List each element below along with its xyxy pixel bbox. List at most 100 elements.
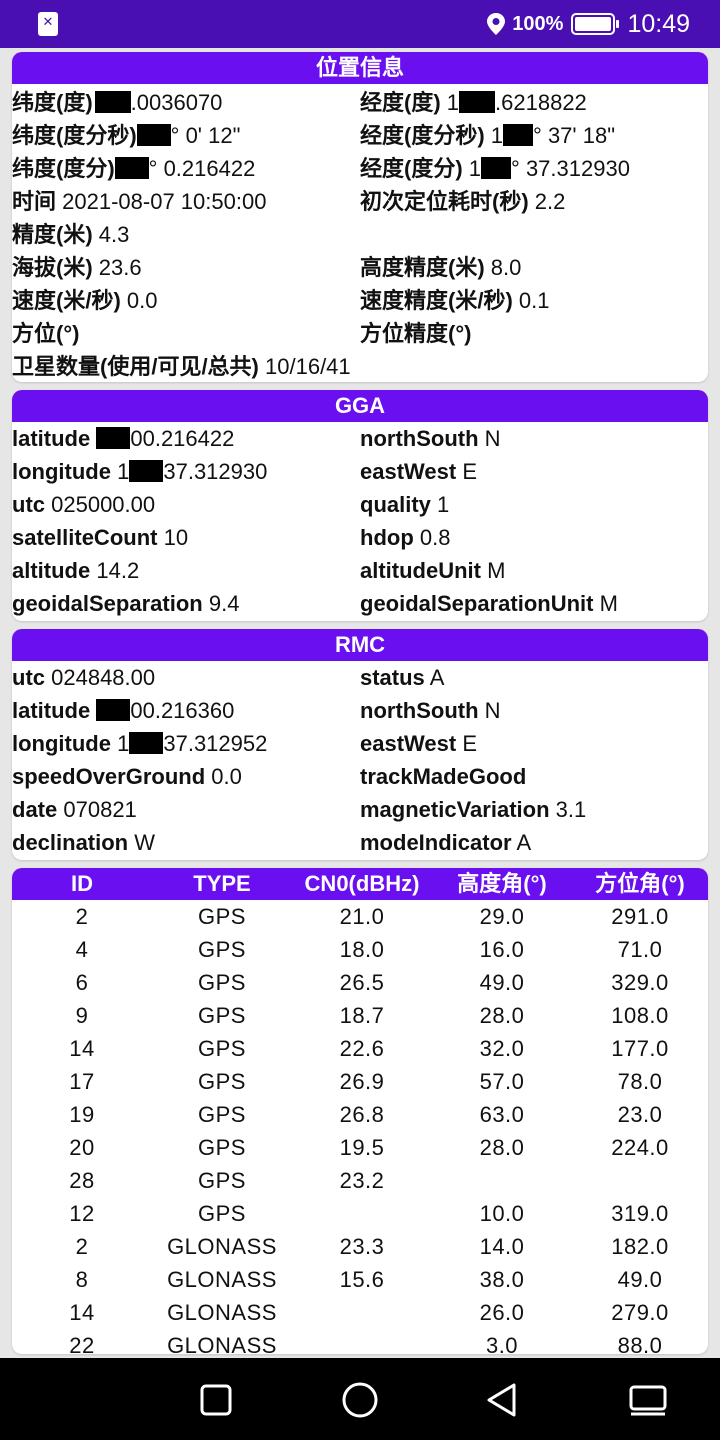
- sat-type: GLONASS: [167, 1266, 277, 1292]
- sat-type: GLONASS: [167, 1233, 277, 1259]
- col-type: TYPE: [193, 871, 251, 896]
- sat-id: 2: [75, 1233, 89, 1259]
- satellite-rows[interactable]: 2 GPS 21.0 29.0 291.0 4 GPS 18.0 16.0 71.0 6 GPS 26.…: [12, 900, 708, 1355]
- circle-home-icon[interactable]: [338, 1378, 382, 1422]
- rmc-date: date 070821: [12, 796, 137, 822]
- rmc-declination: declination W: [12, 829, 156, 855]
- col-cn0: CN0(dBHz): [304, 871, 420, 896]
- redaction: [129, 459, 164, 482]
- sat-elevation: 3.0: [485, 1332, 519, 1355]
- gga-altitude-unit: altitudeUnit M: [360, 557, 506, 583]
- gga-hdop: hdop 0.8: [360, 524, 451, 550]
- gga-eastwest: eastWest E: [360, 458, 478, 484]
- sat-cn0: 22.6: [339, 1035, 385, 1061]
- table-row: 14 GLONASS 26.0 279.0: [12, 1296, 708, 1329]
- gga-satellite-count: satelliteCount 10: [12, 524, 189, 550]
- sat-elevation: 57.0: [479, 1068, 525, 1094]
- bearing: 方位(°): [12, 320, 80, 346]
- fix-time: 时间 2021-08-07 10:50:00: [12, 188, 267, 214]
- sat-type: GPS: [198, 1068, 246, 1094]
- sat-id: 17: [69, 1068, 95, 1094]
- sat-cn0: 23.2: [339, 1167, 385, 1193]
- lat-dm: 纬度(度分) ° 0.216422: [12, 155, 256, 181]
- clock: 10:49: [627, 9, 690, 38]
- table-row: 9 GPS 18.7 28.0 108.0: [12, 999, 708, 1032]
- table-row: 22 GLONASS 3.0 88.0: [12, 1329, 708, 1355]
- triangle-back-icon[interactable]: [480, 1378, 524, 1422]
- sat-type: GLONASS: [167, 1299, 277, 1325]
- gga-northsouth: northSouth N: [360, 425, 501, 451]
- rmc-utc: utc 024848.00: [12, 664, 156, 690]
- square-recents-icon[interactable]: [194, 1378, 238, 1422]
- rmc-mode-indicator: modeIndicator A: [360, 829, 532, 855]
- sat-azimuth: 177.0: [611, 1035, 669, 1061]
- sat-azimuth: 279.0: [611, 1299, 669, 1325]
- sat-id: 14: [69, 1299, 95, 1325]
- sat-elevation: 14.0: [479, 1233, 525, 1259]
- col-azimuth: 方位角(°): [595, 871, 685, 896]
- sat-azimuth: 182.0: [611, 1233, 669, 1259]
- col-elevation: 高度角(°): [457, 871, 547, 896]
- sat-type: GPS: [198, 1101, 246, 1127]
- altitude-accuracy: 高度精度(米) 8.0: [360, 254, 522, 280]
- rmc-status: status A: [360, 664, 445, 690]
- sat-cn0: 15.6: [339, 1266, 385, 1292]
- rmc-track-made-good: trackMadeGood: [360, 763, 527, 789]
- rmc-header: RMC: [12, 629, 708, 661]
- bearing-accuracy: 方位精度(°): [360, 320, 472, 346]
- gga-card: GGA latitude 00.216422 northSouth N long…: [12, 390, 708, 621]
- redaction: [94, 90, 131, 113]
- sat-azimuth: 78.0: [617, 1068, 663, 1094]
- sat-elevation: 28.0: [479, 1002, 525, 1028]
- speed-accuracy: 速度精度(米/秒) 0.1: [360, 287, 550, 313]
- sat-cn0: 23.3: [339, 1233, 385, 1259]
- lon-dms: 经度(度分秒) 1 ° 37' 18": [360, 122, 616, 148]
- redaction: [136, 123, 171, 146]
- gga-geoidal-separation: geoidalSeparation 9.4: [12, 590, 240, 616]
- sat-id: 19: [69, 1101, 95, 1127]
- sat-id: 28: [69, 1167, 95, 1193]
- sat-id: 2: [75, 903, 89, 929]
- gga-quality: quality 1: [360, 491, 450, 517]
- sat-id: 4: [75, 936, 89, 962]
- sat-id: 22: [69, 1332, 95, 1355]
- table-row: 12 GPS 10.0 319.0: [12, 1197, 708, 1230]
- redaction: [481, 156, 512, 179]
- sat-type: GPS: [198, 969, 246, 995]
- lat-dms: 纬度(度分秒) ° 0' 12": [12, 122, 241, 148]
- rmc-card: RMC utc 024848.00 status A latitude 00.2…: [12, 629, 708, 860]
- sat-azimuth: 71.0: [617, 936, 663, 962]
- rmc-speed-over-ground: speedOverGround 0.0: [12, 763, 242, 789]
- sat-id: 20: [69, 1134, 95, 1160]
- altitude: 海拔(米) 23.6: [12, 254, 142, 280]
- redaction: [96, 698, 131, 721]
- table-row: 28 GPS 23.2: [12, 1164, 708, 1197]
- sat-type: GPS: [198, 1167, 246, 1193]
- status-bar: 100% 10:49: [0, 0, 720, 48]
- rmc-latitude: latitude 00.216360: [12, 697, 235, 723]
- navigation-bar: [0, 1358, 720, 1440]
- sat-type: GPS: [198, 903, 246, 929]
- table-row: 17 GPS 26.9 57.0 78.0: [12, 1065, 708, 1098]
- rmc-eastwest: eastWest E: [360, 730, 478, 756]
- table-row: 8 GLONASS 15.6 38.0 49.0: [12, 1263, 708, 1296]
- sat-cn0: 26.8: [339, 1101, 385, 1127]
- sat-elevation: 32.0: [479, 1035, 525, 1061]
- satellite-table[interactable]: ID TYPE CN0(dBHz) 高度角(°) 方位角(°) 2 GPS 21.0…: [12, 868, 708, 1354]
- lon-dm: 经度(度分) 1 ° 37.312930: [360, 155, 630, 181]
- lat-deg: 纬度(度) .0036070: [12, 89, 223, 115]
- sat-elevation: 28.0: [479, 1134, 525, 1160]
- sat-azimuth: 88.0: [617, 1332, 663, 1355]
- sat-azimuth: 49.0: [617, 1266, 663, 1292]
- redaction: [114, 156, 149, 179]
- lon-deg: 经度(度) 1.6218822: [360, 89, 587, 115]
- sat-azimuth: 224.0: [611, 1134, 669, 1160]
- sat-elevation: 29.0: [479, 903, 525, 929]
- satellite-table-header: ID TYPE CN0(dBHz) 高度角(°) 方位角(°): [12, 868, 708, 900]
- sat-type: GPS: [198, 1002, 246, 1028]
- keyboard-icon[interactable]: [626, 1378, 670, 1422]
- sat-id: 14: [69, 1035, 95, 1061]
- sat-elevation: 10.0: [479, 1200, 525, 1226]
- sat-type: GPS: [198, 1134, 246, 1160]
- table-row: 20 GPS 19.5 28.0 224.0: [12, 1131, 708, 1164]
